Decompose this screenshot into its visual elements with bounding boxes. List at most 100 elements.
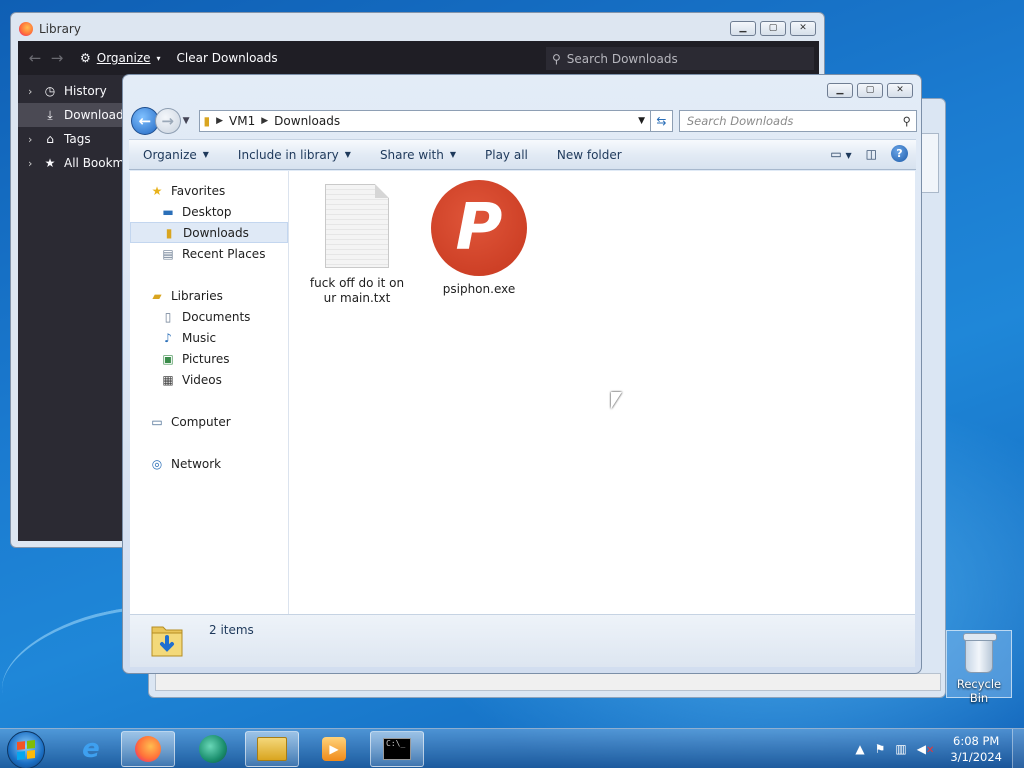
chevron-down-icon: ▼	[344, 150, 351, 159]
nav-item-label: Videos	[182, 372, 222, 387]
address-dropdown-icon[interactable]: ▼	[633, 116, 650, 126]
taskbar-media-player[interactable]: ▶	[307, 731, 361, 767]
taskbar-firefox[interactable]	[121, 731, 175, 767]
clear-downloads-button[interactable]: Clear Downloads	[177, 51, 278, 65]
action-center-flag-icon[interactable]: ⚑	[875, 742, 886, 756]
minimize-button[interactable]: ▁	[827, 83, 853, 98]
recycle-bin-icon	[963, 633, 997, 673]
sidebar-item-downloads[interactable]: ⤓ Downloads	[18, 103, 132, 127]
nav-item-documents[interactable]: ▯ Documents	[130, 306, 288, 327]
file-item-psiphon[interactable]: P psiphon.exe	[429, 180, 529, 297]
nav-item-network[interactable]: ◎ Network	[130, 453, 288, 474]
nav-item-pictures[interactable]: ▣ Pictures	[130, 348, 288, 369]
recent-places-icon: ▤	[162, 246, 174, 261]
nav-item-music[interactable]: ♪ Music	[130, 327, 288, 348]
address-row: ← → ▼ ▮ ▶ VM1 ▶ Downloads ▼ ⇆ Search Dow…	[131, 107, 917, 135]
taskbar-explorer[interactable]	[245, 731, 299, 767]
organize-menu[interactable]: ⚙ Organize ▾	[80, 51, 161, 65]
chevron-down-icon: ▾	[156, 53, 161, 63]
psiphon-icon: P	[431, 180, 527, 276]
explorer-window: ▁ ▢ ✕ ← → ▼ ▮ ▶ VM1 ▶ Downloads ▼ ⇆ Sear…	[122, 74, 922, 674]
sidebar-item-label: Downloads	[64, 108, 130, 122]
play-all-button[interactable]: Play all	[485, 148, 528, 162]
music-icon: ♪	[164, 330, 172, 345]
close-button[interactable]: ✕	[790, 21, 816, 36]
downloads-folder-icon	[151, 626, 183, 657]
breadcrumb-downloads[interactable]: Downloads	[274, 114, 340, 128]
help-icon: ?	[896, 147, 903, 160]
forward-button[interactable]: →	[154, 108, 181, 134]
nav-item-favorites[interactable]: ★ Favorites	[130, 180, 288, 201]
volume-muted-icon[interactable]: ◀✕	[917, 742, 935, 756]
app-icon	[199, 735, 227, 763]
explorer-caption-buttons: ▁ ▢ ✕	[827, 83, 913, 98]
tag-icon: ⌂	[46, 132, 54, 146]
minimize-icon: ▁	[836, 85, 844, 95]
taskbar-command-prompt[interactable]: C:\_	[370, 731, 424, 767]
clock[interactable]: 6:08 PM 3/1/2024	[950, 733, 1002, 765]
show-hidden-icons-button[interactable]: ▲	[855, 742, 864, 756]
nav-item-label: Libraries	[171, 288, 223, 303]
help-button[interactable]: ?	[891, 145, 908, 162]
explorer-search-input[interactable]: Search Downloads ⚲	[678, 110, 917, 132]
forward-arrow-icon: →	[161, 112, 174, 130]
taskbar-app[interactable]	[186, 731, 240, 767]
share-with-label: Share with	[379, 147, 444, 162]
forward-arrow-icon[interactable]: →	[46, 49, 68, 67]
recent-locations-dropdown[interactable]: ▼	[183, 116, 195, 126]
show-desktop-button[interactable]	[1012, 729, 1024, 768]
pictures-icon: ▣	[162, 351, 174, 366]
close-button[interactable]: ✕	[887, 83, 913, 98]
nav-item-label: Desktop	[182, 204, 232, 219]
folder-download-icon: ▮	[203, 114, 211, 128]
maximize-icon: ▢	[865, 85, 875, 95]
nav-item-label: Documents	[182, 309, 251, 324]
nav-item-libraries[interactable]: ▰ Libraries	[130, 285, 288, 306]
nav-item-recent-places[interactable]: ▤ Recent Places	[130, 243, 288, 264]
libraries-icon: ▰	[152, 288, 162, 303]
minimize-icon: ▁	[739, 23, 747, 33]
downloads-folder-icon: ▮	[165, 225, 173, 240]
refresh-button[interactable]: ⇆	[650, 110, 673, 132]
breadcrumb-vm1[interactable]: VM1	[229, 114, 255, 128]
view-icon: ▭	[830, 146, 842, 161]
recycle-bin-shortcut[interactable]: Recycle Bin	[946, 630, 1012, 705]
documents-icon: ▯	[164, 309, 172, 324]
chevron-down-icon: ▼	[845, 150, 852, 160]
minimize-button[interactable]: ▁	[730, 21, 756, 36]
chevron-right-icon: ›	[28, 156, 33, 170]
maximize-button[interactable]: ▢	[760, 21, 786, 36]
nav-item-videos[interactable]: ▦ Videos	[130, 369, 288, 390]
nav-item-downloads[interactable]: ▮ Downloads	[130, 222, 288, 243]
new-folder-button[interactable]: New folder	[557, 148, 622, 162]
file-item-txt[interactable]: fuck off do it on ur main.txt	[307, 184, 407, 306]
computer-icon: ▭	[151, 414, 163, 429]
sidebar-item-tags[interactable]: › ⌂ Tags	[18, 127, 132, 151]
taskbar-internet-explorer[interactable]: e	[64, 731, 118, 767]
maximize-button[interactable]: ▢	[857, 83, 883, 98]
address-bar[interactable]: ▮ ▶ VM1 ▶ Downloads ▼	[198, 110, 651, 132]
back-arrow-icon[interactable]: ←	[24, 49, 46, 67]
sidebar-item-all-bookmarks[interactable]: › ★ All Bookma	[18, 151, 132, 175]
details-pane: 2 items	[130, 614, 915, 667]
download-icon: ⤓	[47, 107, 53, 122]
sidebar-item-history[interactable]: › ◷ History	[18, 79, 132, 103]
include-in-library-button[interactable]: Include in library ▼	[238, 148, 351, 162]
start-button[interactable]	[7, 731, 45, 768]
library-search-input[interactable]: ⚲ Search Downloads	[546, 47, 814, 70]
desktop-icon: ▬	[162, 204, 174, 219]
close-icon: ✕	[896, 85, 904, 95]
view-controls: ▭ ▼ ◫ ?	[830, 145, 908, 162]
folder-icon	[257, 737, 287, 761]
organize-button[interactable]: Organize ▼	[143, 148, 209, 162]
chevron-right-icon: ›	[28, 132, 33, 146]
nav-item-desktop[interactable]: ▬ Desktop	[130, 201, 288, 222]
search-icon: ⚲	[552, 51, 561, 66]
share-with-button[interactable]: Share with ▼	[380, 148, 456, 162]
view-options-button[interactable]: ▭ ▼	[830, 147, 851, 161]
network-icon[interactable]: ▥	[895, 742, 906, 756]
nav-item-computer[interactable]: ▭ Computer	[130, 411, 288, 432]
preview-pane-button[interactable]: ◫	[866, 147, 877, 161]
library-caption-buttons: ▁ ▢ ✕	[730, 21, 816, 36]
gear-icon: ⚙	[80, 51, 91, 65]
